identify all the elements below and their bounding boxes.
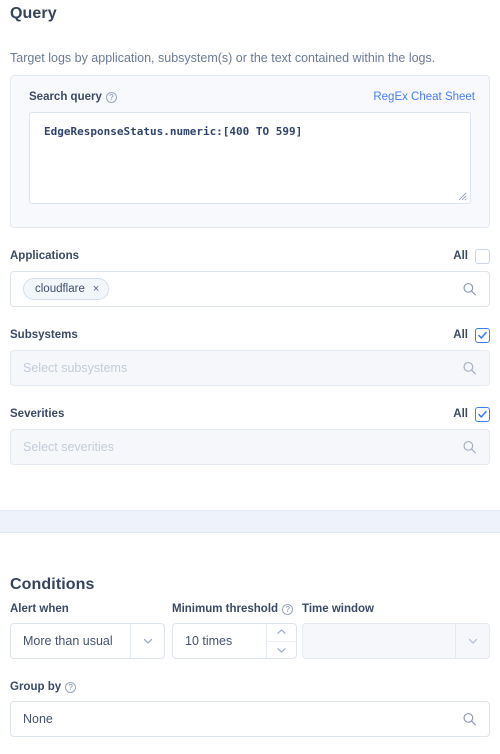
alert-when-select[interactable]: More than usual bbox=[10, 623, 165, 659]
conditions-section-title: Conditions bbox=[10, 576, 95, 593]
search-icon[interactable] bbox=[462, 712, 477, 727]
applications-input[interactable]: cloudflare × bbox=[10, 271, 490, 307]
chip-remove-icon[interactable]: × bbox=[93, 283, 99, 295]
check-icon bbox=[478, 331, 487, 339]
alert-when-dropdown-button[interactable] bbox=[130, 624, 164, 658]
severities-all-toggle[interactable]: All bbox=[453, 406, 490, 422]
group-by-input[interactable]: None bbox=[10, 701, 490, 737]
time-window-label-text: Time window bbox=[302, 603, 374, 615]
severities-field: Severities All Select severities bbox=[10, 406, 490, 465]
application-chip-label: cloudflare bbox=[35, 283, 85, 295]
alert-when-label: Alert when bbox=[10, 603, 165, 615]
search-query-input[interactable] bbox=[29, 112, 471, 204]
severities-label: Severities bbox=[10, 408, 65, 420]
group-by-field: Group by ? None bbox=[10, 681, 490, 737]
severities-input[interactable]: Select severities bbox=[10, 429, 490, 465]
search-icon[interactable] bbox=[462, 282, 477, 297]
applications-all-toggle[interactable]: All bbox=[453, 248, 490, 264]
query-section-description: Target logs by application, subsystem(s)… bbox=[10, 51, 436, 65]
group-by-value: None bbox=[23, 712, 53, 726]
check-icon bbox=[478, 410, 487, 418]
applications-field: Applications All cloudflare × bbox=[10, 248, 490, 307]
minimum-threshold-value[interactable]: 10 times bbox=[173, 624, 266, 658]
info-icon[interactable]: ? bbox=[282, 603, 294, 615]
subsystems-all-toggle[interactable]: All bbox=[453, 327, 490, 343]
chevron-up-icon bbox=[277, 629, 286, 635]
chevron-down-icon bbox=[468, 638, 477, 644]
severities-placeholder: Select severities bbox=[23, 440, 115, 454]
search-icon[interactable] bbox=[462, 440, 477, 455]
applications-header: Applications All bbox=[10, 248, 490, 264]
time-window-select[interactable] bbox=[302, 623, 490, 659]
alert-when-value: More than usual bbox=[23, 634, 113, 648]
group-by-label-text: Group by bbox=[10, 681, 62, 693]
alert-when-field: Alert when More than usual bbox=[10, 603, 165, 659]
severities-header: Severities All bbox=[10, 406, 490, 422]
severities-all-checkbox[interactable] bbox=[475, 406, 490, 422]
search-query-header: Search query ? RegEx Cheat Sheet bbox=[29, 89, 475, 105]
subsystems-header: Subsystems All bbox=[10, 327, 490, 343]
info-icon[interactable]: ? bbox=[105, 91, 117, 103]
minimum-threshold-label: Minimum threshold ? bbox=[172, 603, 297, 615]
subsystems-all-label: All bbox=[453, 329, 468, 341]
chevron-down-icon bbox=[143, 638, 152, 644]
time-window-field: Time window bbox=[302, 603, 490, 659]
subsystems-field: Subsystems All Select subsystems bbox=[10, 327, 490, 386]
subsystems-placeholder: Select subsystems bbox=[23, 361, 128, 375]
subsystems-input[interactable]: Select subsystems bbox=[10, 350, 490, 386]
alert-definition-form: Query Target logs by application, subsys… bbox=[0, 0, 500, 754]
time-window-label: Time window bbox=[302, 603, 490, 615]
application-chip[interactable]: cloudflare × bbox=[23, 278, 110, 300]
search-icon[interactable] bbox=[462, 361, 477, 376]
time-window-dropdown-button[interactable] bbox=[455, 624, 489, 658]
group-by-label: Group by ? bbox=[10, 681, 490, 693]
alert-when-label-text: Alert when bbox=[10, 603, 69, 615]
search-query-label-text: Search query bbox=[29, 91, 102, 103]
stepper-buttons bbox=[266, 624, 296, 658]
query-section-title: Query bbox=[10, 5, 57, 22]
stepper-increment-button[interactable] bbox=[267, 624, 296, 641]
minimum-threshold-label-text: Minimum threshold bbox=[172, 603, 279, 615]
stepper-decrement-button[interactable] bbox=[267, 640, 296, 659]
subsystems-label: Subsystems bbox=[10, 329, 78, 341]
applications-all-checkbox[interactable] bbox=[475, 248, 490, 264]
chevron-down-icon bbox=[277, 647, 286, 653]
subsystems-all-checkbox[interactable] bbox=[475, 327, 490, 343]
section-divider-band bbox=[0, 510, 500, 533]
info-icon[interactable]: ? bbox=[65, 681, 77, 693]
applications-all-label: All bbox=[453, 250, 468, 262]
applications-label: Applications bbox=[10, 250, 80, 262]
search-query-card: Search query ? RegEx Cheat Sheet bbox=[10, 75, 490, 228]
minimum-threshold-stepper[interactable]: 10 times bbox=[172, 623, 297, 659]
time-window-value bbox=[303, 624, 455, 658]
severities-all-label: All bbox=[453, 408, 468, 420]
search-query-label: Search query ? bbox=[29, 91, 117, 103]
minimum-threshold-field: Minimum threshold ? 10 times bbox=[172, 603, 297, 659]
regex-cheat-sheet-link[interactable]: RegEx Cheat Sheet bbox=[373, 91, 475, 103]
